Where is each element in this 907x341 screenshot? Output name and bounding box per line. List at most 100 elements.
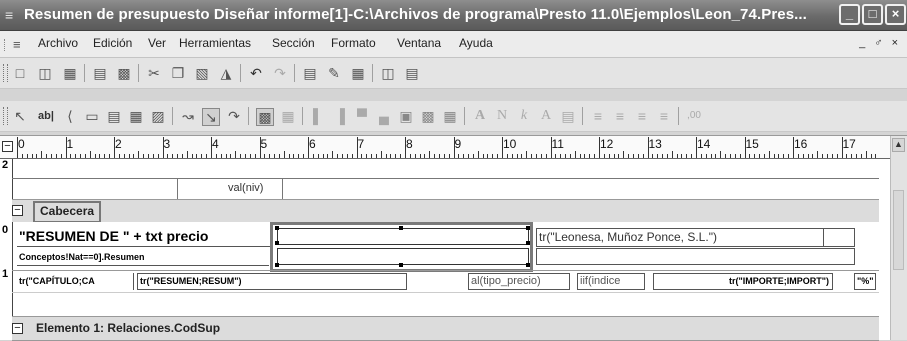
- pointer-icon[interactable]: ↖: [12, 108, 28, 124]
- resize-handle[interactable]: [275, 263, 279, 267]
- text-field-icon[interactable]: ab|: [34, 108, 58, 124]
- ellipsis-icon[interactable]: ,00: [686, 108, 702, 124]
- rectangle-icon[interactable]: ▭: [84, 108, 100, 124]
- redo-icon[interactable]: ↷: [272, 65, 288, 81]
- menu-ayuda[interactable]: Ayuda: [459, 36, 493, 50]
- font-a-icon[interactable]: A: [472, 108, 488, 124]
- collapse-cabecera-icon[interactable]: −: [12, 205, 23, 216]
- copy-icon[interactable]: ❐: [170, 65, 186, 81]
- title-bar[interactable]: ≡ Resumen de presupuesto Diseñar informe…: [0, 0, 907, 31]
- iif-indice-field[interactable]: iif(indice: [577, 273, 645, 290]
- selected-field-lower[interactable]: [277, 248, 529, 265]
- menu-grip[interactable]: [4, 39, 8, 51]
- toolbar-grip[interactable]: [3, 107, 8, 125]
- line-icon[interactable]: ⟨: [62, 108, 78, 124]
- send-back-icon[interactable]: ▩: [420, 108, 436, 124]
- table-icon[interactable]: ▦: [350, 65, 366, 81]
- selected-field[interactable]: [277, 228, 529, 245]
- print-icon[interactable]: ▩: [116, 65, 132, 81]
- text-center-icon[interactable]: ≡: [612, 108, 628, 124]
- toolbar-grip[interactable]: [3, 64, 8, 82]
- report-design-area[interactable]: − 0123456789101112131415161718 2 val(niv…: [0, 135, 907, 341]
- print-preview-icon[interactable]: ▤: [92, 65, 108, 81]
- open-folder-icon[interactable]: ◫: [37, 65, 53, 81]
- bring-front-icon[interactable]: ▣: [398, 108, 414, 124]
- app-icon[interactable]: ≡: [5, 7, 20, 23]
- minimize-button[interactable]: _: [839, 4, 860, 25]
- menu-seccion[interactable]: Sección: [272, 36, 315, 50]
- text-justify-icon[interactable]: ≡: [656, 108, 672, 124]
- maximize-button[interactable]: □: [862, 4, 883, 25]
- paste-icon[interactable]: ▧: [194, 65, 210, 81]
- align-right-icon[interactable]: ▐: [332, 108, 348, 124]
- grid-icon[interactable]: ▦: [280, 108, 296, 124]
- resize-handle[interactable]: [399, 226, 403, 230]
- edit-icon[interactable]: ✎: [326, 65, 342, 81]
- collapse-elemento-icon[interactable]: −: [12, 323, 23, 334]
- resize-handle[interactable]: [275, 241, 279, 245]
- save-icon[interactable]: ▦: [62, 65, 78, 81]
- font-k-icon[interactable]: k: [516, 108, 532, 124]
- conceptos-field[interactable]: Conceptos!Nat==0].Resumen: [17, 250, 269, 265]
- font-n-icon[interactable]: N: [494, 108, 510, 124]
- menu-ver[interactable]: Ver: [148, 36, 166, 50]
- cabecera-band-header[interactable]: − Cabecera: [12, 199, 879, 223]
- ruler-tick: [65, 137, 67, 158]
- resumen-title-field[interactable]: "RESUMEN DE " + txt precio: [17, 228, 272, 245]
- mdi-controls[interactable]: _ ♂ ×: [859, 37, 901, 49]
- align-top-icon[interactable]: ▀: [354, 108, 370, 124]
- menu-ventana[interactable]: Ventana: [397, 36, 441, 50]
- grid-snap-icon[interactable]: ▩: [256, 108, 274, 126]
- collapse-all-icon[interactable]: −: [2, 141, 13, 152]
- val-niv-field[interactable]: val(niv): [228, 182, 263, 194]
- link-icon[interactable]: ↝: [180, 108, 196, 124]
- delete-icon[interactable]: ◮: [218, 65, 234, 81]
- band-page-header[interactable]: 2 val(niv): [0, 159, 879, 199]
- page-icon[interactable]: ▤: [560, 108, 576, 124]
- percent-field[interactable]: "%": [854, 273, 876, 290]
- lock-icon[interactable]: ▨: [150, 108, 166, 124]
- importe-field[interactable]: tr("IMPORTE;IMPORT"): [653, 273, 833, 290]
- group-icon[interactable]: ▦: [442, 108, 458, 124]
- cabecera-band[interactable]: 0 1 "RESUMEN DE " + txt precio tr("Leone…: [0, 222, 879, 316]
- tipo-precio-field[interactable]: al(tipo_precio): [468, 273, 570, 290]
- menu-formato[interactable]: Formato: [331, 36, 376, 50]
- elemento-band-header[interactable]: − Elemento 1: Relaciones.CodSup: [12, 316, 879, 341]
- ruler-tick: [162, 137, 164, 158]
- cut-icon[interactable]: ✂: [146, 65, 162, 81]
- menu-archivo[interactable]: Archivo: [38, 36, 78, 50]
- menu-edicion[interactable]: Edición: [93, 36, 132, 50]
- font-a2-icon[interactable]: A: [538, 108, 554, 124]
- columns-icon[interactable]: ◫: [380, 65, 396, 81]
- cabecera-label[interactable]: Cabecera: [33, 201, 102, 223]
- resize-handle[interactable]: [526, 263, 530, 267]
- align-left-icon[interactable]: ▌: [310, 108, 326, 124]
- empty-field[interactable]: [536, 248, 855, 265]
- undo-icon[interactable]: ↶: [248, 65, 264, 81]
- resumen-resum-field[interactable]: tr("RESUMEN;RESUM"): [137, 273, 407, 290]
- resize-handle[interactable]: [399, 263, 403, 267]
- properties-icon[interactable]: ▤: [302, 65, 318, 81]
- menu-doc-icon[interactable]: ≡: [13, 37, 21, 52]
- scroll-thumb[interactable]: [893, 190, 904, 270]
- text-left-icon[interactable]: ≡: [590, 108, 606, 124]
- toolbar-separator: [248, 107, 249, 125]
- text-right-icon[interactable]: ≡: [634, 108, 650, 124]
- close-button[interactable]: ×: [885, 4, 906, 25]
- resize-handle[interactable]: [526, 241, 530, 245]
- band-icon[interactable]: ▦: [128, 108, 144, 124]
- company-name-field[interactable]: tr("Leonesa, Muñoz Ponce, S.L."): [536, 228, 824, 247]
- rows-icon[interactable]: ▤: [404, 65, 420, 81]
- resize-handle[interactable]: [526, 226, 530, 230]
- ruler-tick: [870, 154, 872, 158]
- new-document-icon[interactable]: □: [12, 65, 28, 81]
- select-area-icon[interactable]: ↘: [202, 108, 220, 126]
- vertical-scrollbar[interactable]: ▲: [890, 136, 907, 340]
- align-icon[interactable]: ▤: [106, 108, 122, 124]
- resize-handle[interactable]: [275, 226, 279, 230]
- connect-icon[interactable]: ↷: [226, 108, 242, 124]
- scroll-up-icon[interactable]: ▲: [892, 138, 905, 152]
- menu-herramientas[interactable]: Herramientas: [179, 36, 251, 50]
- align-bottom-icon[interactable]: ▄: [376, 108, 392, 124]
- capitulo-field[interactable]: tr("CAPÍTULO;CA: [17, 273, 134, 290]
